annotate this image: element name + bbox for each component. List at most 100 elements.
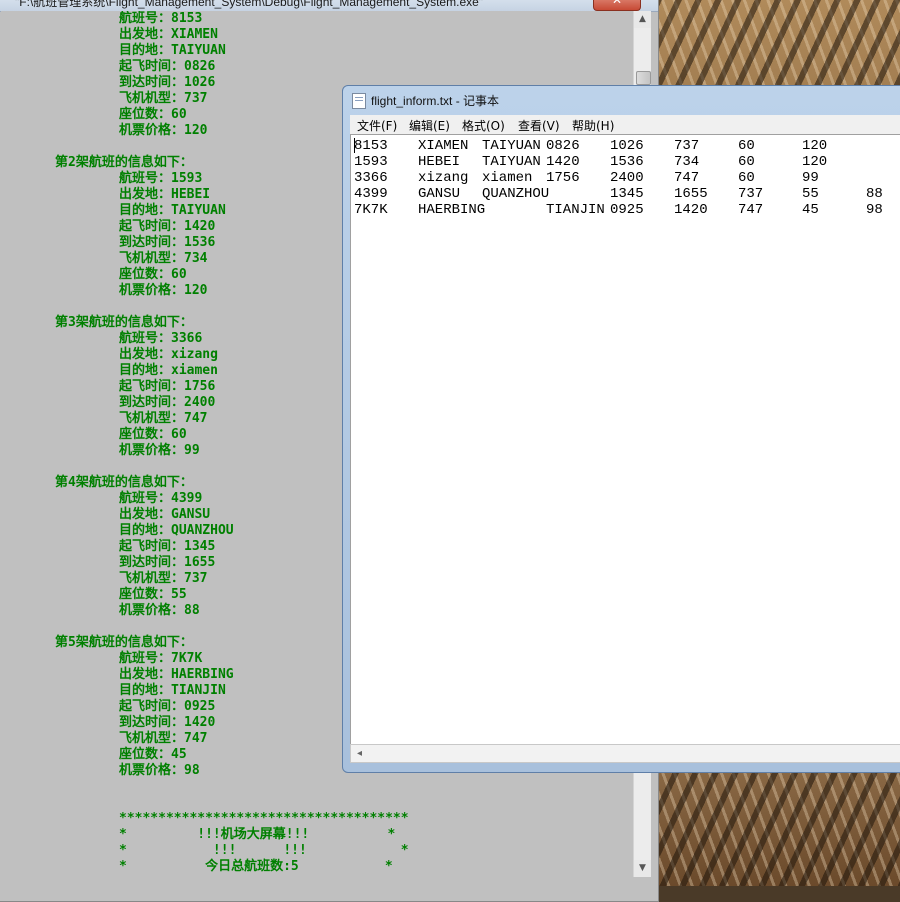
notepad-text-cell: 1026: [610, 138, 644, 154]
flight-field-line: 目的地：TAIYUAN: [119, 43, 226, 58]
flight-field-line: 航班号：8153: [119, 11, 203, 26]
flight-field-line: 出发地：HAERBING: [119, 667, 234, 682]
flight-field-line: 到达时间：1026: [119, 75, 216, 90]
flight-field-line: 飞机机型：737: [119, 571, 208, 586]
flight-field-line: 起飞时间：1756: [119, 379, 216, 394]
notepad-title: flight_inform.txt - 记事本: [371, 94, 500, 108]
flight-field-line: 飞机机型：734: [119, 251, 208, 266]
notepad-text-cell: 737: [674, 138, 700, 154]
menu-edit[interactable]: 编辑(E): [409, 117, 450, 134]
flight-field-line: 起飞时间：0925: [119, 699, 216, 714]
notepad-text-cell: 99: [802, 170, 819, 186]
flight-field-line: 目的地：QUANZHOU: [119, 523, 234, 538]
notepad-text-cell: 55: [802, 186, 819, 202]
menu-view[interactable]: 查看(V): [518, 117, 560, 134]
notepad-text-cell: GANSU: [418, 186, 461, 202]
notepad-text-cell: 737: [738, 186, 764, 202]
flight-field-line: 座位数：45: [119, 747, 187, 762]
notepad-text-area[interactable]: 8153 XIAMEN TAIYUAN 0826 1026 737 60 120 1593 HEB…: [350, 134, 900, 748]
scroll-left-icon[interactable]: ◂: [351, 745, 368, 762]
menu-help[interactable]: 帮助(H): [572, 117, 614, 134]
notepad-text-cell: 45: [802, 202, 819, 218]
notepad-window[interactable]: flight_inform.txt - 记事本 文件(F) 编辑(E) 格式(O…: [342, 85, 900, 773]
notepad-text-cell: TAIYUAN: [482, 154, 541, 170]
notepad-horizontal-scrollbar[interactable]: ◂: [350, 744, 900, 763]
flight-field-line: 机票价格：120: [119, 283, 208, 298]
flight-header-line: 第5架航班的信息如下：: [55, 635, 193, 650]
flight-field-line: 出发地：XIAMEN: [119, 27, 218, 42]
notepad-text-cell: 0925: [610, 202, 644, 218]
flight-field-line: 到达时间：1420: [119, 715, 216, 730]
airport-screen-line: * 今日总航班数:5 *: [119, 859, 393, 874]
notepad-text-cell: 1420: [546, 154, 580, 170]
notepad-text-cell: 88: [866, 186, 883, 202]
flight-field-line: 机票价格：88: [119, 603, 200, 618]
flight-field-line: 出发地：HEBEI: [119, 187, 211, 202]
flight-header-line: 第3架航班的信息如下：: [55, 315, 193, 330]
scroll-up-icon[interactable]: ▲: [634, 11, 651, 28]
notepad-text-cell: 3366: [354, 170, 388, 186]
notepad-text-cell: HEBEI: [418, 154, 461, 170]
notepad-menubar: 文件(F) 编辑(E) 格式(O) 查看(V) 帮助(H): [350, 115, 900, 135]
flight-field-line: 到达时间：1536: [119, 235, 216, 250]
airport-screen-line: * !!! !!! *: [119, 843, 409, 858]
flight-field-line: 目的地：xiamen: [119, 363, 218, 378]
flight-field-line: 航班号：7K7K: [119, 651, 203, 666]
notepad-titlebar[interactable]: flight_inform.txt - 记事本: [343, 86, 900, 114]
scroll-down-icon[interactable]: ▼: [634, 860, 651, 877]
flight-header-line: 第4架航班的信息如下：: [55, 475, 193, 490]
notepad-text-cell: 8153: [354, 138, 388, 154]
notepad-text-cell: xizang: [418, 170, 469, 186]
notepad-text-cell: 60: [738, 154, 755, 170]
flight-field-line: 座位数：60: [119, 267, 187, 282]
flight-field-line: 机票价格：120: [119, 123, 208, 138]
flight-field-line: 机票价格：98: [119, 763, 200, 778]
menu-format[interactable]: 格式(O): [462, 117, 505, 134]
notepad-text-cell: 98: [866, 202, 883, 218]
notepad-text-cell: 120: [802, 138, 828, 154]
notepad-text-cell: TAIYUAN: [482, 138, 541, 154]
flight-field-line: 目的地：TAIYUAN: [119, 203, 226, 218]
flight-field-line: 座位数：60: [119, 107, 187, 122]
notepad-text-cell: 747: [738, 202, 764, 218]
notepad-text-cell: 1756: [546, 170, 580, 186]
console-close-button[interactable]: ✕: [593, 0, 641, 11]
notepad-text-cell: 747: [674, 170, 700, 186]
notepad-icon: [352, 93, 366, 109]
notepad-text-cell: HAERBING: [418, 202, 486, 218]
flight-field-line: 起飞时间：1345: [119, 539, 216, 554]
flight-field-line: 出发地：GANSU: [119, 507, 211, 522]
console-scroll-thumb[interactable]: [636, 71, 651, 85]
flight-header-line: 第2架航班的信息如下：: [55, 155, 193, 170]
flight-field-line: 起飞时间：0826: [119, 59, 216, 74]
notepad-text-cell: 1655: [674, 186, 708, 202]
airport-screen-line: * !!!机场大屏幕!!! *: [119, 827, 396, 842]
notepad-text-cell: 0826: [546, 138, 580, 154]
notepad-text-cell: XIAMEN: [418, 138, 469, 154]
notepad-text-cell: 2400: [610, 170, 644, 186]
flight-field-line: 航班号：4399: [119, 491, 203, 506]
notepad-text-cell: 60: [738, 138, 755, 154]
flight-field-line: 到达时间：2400: [119, 395, 216, 410]
notepad-text-cell: 60: [738, 170, 755, 186]
flight-field-line: 航班号：1593: [119, 171, 203, 186]
flight-field-line: 目的地：TIANJIN: [119, 683, 226, 698]
flight-field-line: 飞机机型：747: [119, 411, 208, 426]
flight-field-line: 出发地：xizang: [119, 347, 218, 362]
notepad-text-cell: 7K7K: [354, 202, 388, 218]
notepad-text-cell: 1345: [610, 186, 644, 202]
menu-file[interactable]: 文件(F): [357, 117, 397, 134]
console-title: "F:\航班管理系统\Flight_Management_System\Debu…: [15, 0, 484, 9]
flight-field-line: 飞机机型：747: [119, 731, 208, 746]
notepad-text-cell: 734: [674, 154, 700, 170]
notepad-text-cell: 1593: [354, 154, 388, 170]
notepad-text-cell: 1536: [610, 154, 644, 170]
flight-field-line: 航班号：3366: [119, 331, 203, 346]
flight-field-line: 到达时间：1655: [119, 555, 216, 570]
notepad-text-cell: 1420: [674, 202, 708, 218]
flight-field-line: 座位数：55: [119, 587, 187, 602]
flight-field-line: 座位数：60: [119, 427, 187, 442]
flight-field-line: 起飞时间：1420: [119, 219, 216, 234]
notepad-text-cell: 120: [802, 154, 828, 170]
notepad-text-cell: TIANJIN: [546, 202, 605, 218]
